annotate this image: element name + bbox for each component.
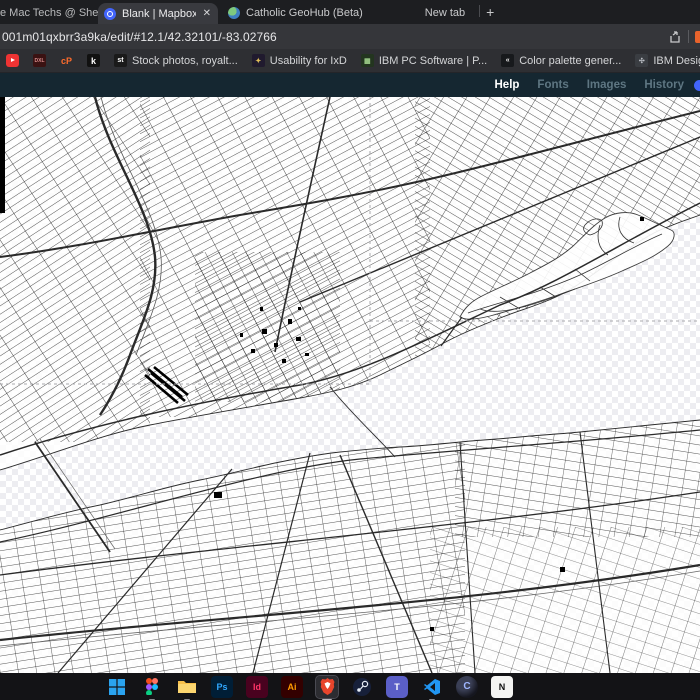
bookmark-stock-photos[interactable]: st Stock photos, royalt... [114,54,238,67]
mapbox-favicon-icon [104,8,116,20]
usability-ixd-icon: ✦ [252,54,265,67]
taskbar-indesign[interactable]: Id [246,676,268,698]
taskbar-vscode[interactable] [421,676,443,698]
shutterstock-icon: st [114,54,127,67]
tab-new[interactable]: New tab [371,7,473,24]
figma-icon [146,678,158,695]
bookmark-youtube[interactable] [6,54,19,67]
tab-laser[interactable]: e Mac Techs @ Sheridan :: Laser Fi [0,7,98,24]
taskbar-teams[interactable]: T [386,676,408,698]
menu-images[interactable]: Images [587,79,627,91]
bookmark-label: Stock photos, royalt... [132,55,238,67]
new-tab-button[interactable]: + [486,4,494,24]
ibm-design-icon: ✣ [635,54,648,67]
steam-icon [353,678,371,696]
address-input[interactable]: 001m01qxbrr3a9ka/edit/#12.1/42.32101/-83… [0,30,668,44]
tab-title: New tab [425,7,465,19]
cinema4d-icon: C [463,681,470,692]
taskbar-illustrator[interactable]: Ai [281,676,303,698]
windows-taskbar: Ps Id Ai T [0,673,700,700]
bookmark-kijiji[interactable]: k [87,54,100,67]
tab-close-icon[interactable]: ✕ [202,8,212,19]
bookmarks-bar: DXL cP k st Stock photos, royalt... ✦ Us… [0,49,700,73]
taskbar-brave[interactable] [316,676,338,698]
map-canvas[interactable] [0,97,700,673]
tab-title: Catholic GeoHub (Beta) [246,7,363,19]
taskbar-explorer[interactable] [176,676,198,698]
youtube-icon [6,54,19,67]
bookmark-label: Color palette gener... [519,55,621,67]
windows-logo-icon [109,679,125,695]
share-icon[interactable] [668,30,682,44]
url-bar: 001m01qxbrr3a9ka/edit/#12.1/42.32101/-83… [0,24,700,49]
tab-divider [479,5,480,17]
bookmark-label: IBM Design Langua... [653,55,700,67]
tab-strip: e Mac Techs @ Sheridan :: Laser Fi Blank… [0,0,700,24]
taskbar-notion[interactable]: N [491,676,513,698]
bookmark-ibm-design[interactable]: ✣ IBM Design Langua... [635,54,700,67]
kijiji-icon: k [87,54,100,67]
illustrator-icon: Ai [288,682,297,692]
toolbar-divider [688,30,689,43]
vscode-icon [424,679,440,695]
bookmark-color-palette[interactable]: « Color palette gener... [501,54,621,67]
photoshop-icon: Ps [216,682,227,692]
taskbar-figma[interactable] [141,676,163,698]
menu-history[interactable]: History [644,79,684,91]
map-render [0,97,700,673]
bookmark-cpanel[interactable]: cP [60,54,73,67]
bookmark-usability-ixd[interactable]: ✦ Usability for IxD [252,54,347,67]
account-avatar[interactable] [694,80,700,91]
start-button[interactable] [106,676,128,698]
brave-rewards-icon[interactable] [695,31,700,43]
color-palette-icon: « [501,54,514,67]
indesign-icon: Id [253,682,261,692]
taskbar-photoshop[interactable]: Ps [211,676,233,698]
taskbar-cinema4d[interactable]: C [456,676,478,698]
tab-title: Blank | Mapbox [122,8,196,20]
browser-window: e Mac Techs @ Sheridan :: Laser Fi Blank… [0,0,700,700]
menu-fonts[interactable]: Fonts [537,79,568,91]
bookmark-dxl[interactable]: DXL [33,54,46,67]
tab-geohub[interactable]: Catholic GeoHub (Beta) [218,7,371,24]
cpanel-icon: cP [60,54,73,67]
folder-icon [178,679,196,694]
bookmark-ibm-pc[interactable]: ▦ IBM PC Software | P... [361,54,487,67]
dxl-icon: DXL [33,54,46,67]
window-edge-strip [0,97,5,213]
taskbar-steam[interactable] [351,676,373,698]
brave-icon [320,678,335,695]
geohub-favicon-icon [228,7,240,19]
bookmark-label: IBM PC Software | P... [379,55,487,67]
menu-help[interactable]: Help [495,79,520,91]
tab-mapbox[interactable]: Blank | Mapbox ✕ [98,3,218,24]
ibm-pc-icon: ▦ [361,54,374,67]
studio-toolbar: Help Fonts Images History [0,73,700,97]
notion-icon: N [499,682,506,692]
bookmark-label: Usability for IxD [270,55,347,67]
teams-icon: T [394,682,400,692]
